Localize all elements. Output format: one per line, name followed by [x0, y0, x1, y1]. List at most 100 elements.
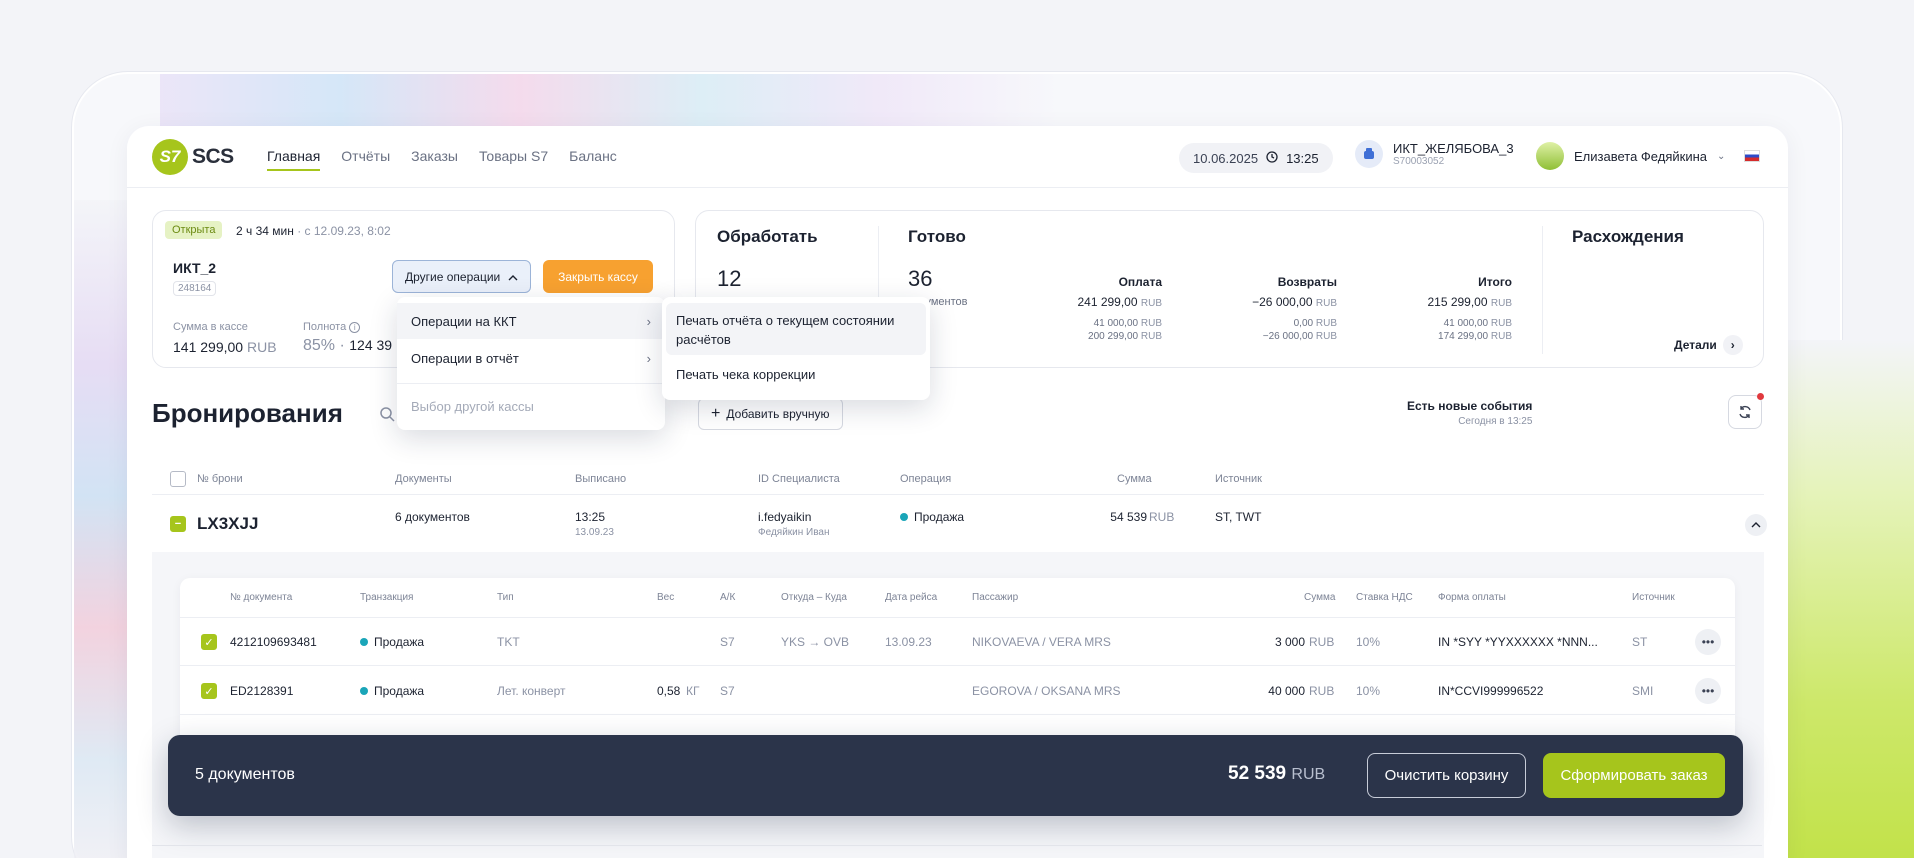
- logo[interactable]: S7 SCS: [152, 139, 234, 175]
- chevron-up-icon: [508, 270, 518, 284]
- col-specialist: ID Специалиста: [758, 473, 840, 485]
- ready-title: Готово: [908, 227, 966, 246]
- menu-divider: [397, 383, 665, 384]
- col-route: Откуда – Куда: [781, 592, 847, 603]
- status-dot: [360, 687, 368, 695]
- new-events: Есть новые события Сегодня в 13:25: [1407, 399, 1532, 427]
- total-sub1: 41 000,00 RUB: [1401, 317, 1512, 330]
- nav-home[interactable]: Главная: [267, 148, 321, 171]
- main-nav: Главная Отчёты Заказы Товары S7 Баланс: [267, 148, 617, 171]
- total-sub2: 174 299,00 RUB: [1401, 330, 1512, 343]
- russia-flag-icon[interactable]: [1744, 150, 1760, 162]
- payment-header: Оплата: [1118, 275, 1162, 289]
- booking-pnr: LX3XJJ: [197, 514, 259, 533]
- divider: [152, 845, 1762, 846]
- kassa-name: ИКТ_ЖЕЛЯБОВА_3: [1393, 141, 1514, 156]
- holographic-decoration: [160, 74, 1060, 130]
- doc-number: ED2128391: [230, 684, 294, 698]
- add-manually-button[interactable]: + Добавить вручную: [698, 398, 843, 430]
- divider: [1542, 226, 1543, 354]
- col-transaction: Транзакция: [360, 592, 414, 603]
- doc-passenger: EGOROVA / OKSANA MRS: [972, 684, 1121, 698]
- total-total: 215 299,00 RUB: [1401, 295, 1512, 309]
- session-info: 2 ч 34 мин · с 12.09.23, 8:02: [236, 224, 391, 238]
- doc-type: Лет. конверт: [497, 684, 566, 698]
- returns-sub1-value: 0,00: [1293, 318, 1314, 329]
- submenu-print-correction-check[interactable]: Печать чека коррекции: [676, 367, 815, 382]
- doc-sum: 40 000: [1268, 684, 1305, 698]
- details-link[interactable]: Детали ›: [1674, 335, 1743, 355]
- refresh-button[interactable]: [1728, 393, 1764, 429]
- nav-goods[interactable]: Товары S7: [479, 148, 548, 171]
- other-operations-button[interactable]: Другие операции: [392, 260, 532, 293]
- unit: RUB: [1140, 298, 1162, 309]
- document-checkbox[interactable]: ✓: [201, 634, 217, 650]
- cart-count: 5 документов: [195, 766, 295, 783]
- document-row[interactable]: ✓ ED2128391 Продажа Лет. конверт 0,58 КГ…: [180, 667, 1735, 715]
- doc-weight-unit: КГ: [686, 684, 700, 698]
- doc-transaction-label: Продажа: [374, 684, 425, 698]
- sum-unit: RUB: [246, 339, 277, 355]
- doc-airline: S7: [720, 684, 735, 698]
- col-weight: Вес: [657, 592, 675, 603]
- doc-passenger: NIKOVAEVA / VERA MRS: [972, 635, 1111, 649]
- payment-sub1: 41 000,00 RUB: [1051, 317, 1162, 330]
- col-source: Источник: [1215, 473, 1262, 485]
- col-flight-date: Дата рейса: [885, 592, 938, 603]
- nav-reports[interactable]: Отчёты: [341, 148, 390, 171]
- total-sub2-value: 174 299,00: [1438, 331, 1489, 342]
- other-operations-label: Другие операции: [405, 269, 501, 284]
- user-menu[interactable]: Елизавета Федяйкина ⌄: [1536, 142, 1725, 170]
- document-row[interactable]: ✓ 4212109693481 Продажа TKT S7 YKS → OVB…: [180, 618, 1735, 666]
- doc-sum: 3 000: [1274, 635, 1305, 649]
- info-icon[interactable]: i: [349, 322, 361, 333]
- doc-type: TKT: [497, 635, 520, 649]
- kassa-selector[interactable]: ИКТ_ЖЕЛЯБОВА_3 S70003052: [1355, 140, 1514, 168]
- doc-transaction: Продажа: [360, 684, 424, 698]
- returns-column: Возвраты −26 000,00 RUB 0,00 RUB −26 000…: [1226, 275, 1337, 343]
- unit: RUB: [1315, 298, 1337, 309]
- close-kassa-button[interactable]: Закрыть кассу: [543, 260, 653, 293]
- booking-specialist: i.fedyaikin: [758, 510, 812, 524]
- doc-unit: RUB: [1309, 635, 1335, 649]
- notification-dot: [1757, 393, 1764, 400]
- unit: RUB: [1490, 331, 1512, 342]
- more-options-icon[interactable]: •••: [1695, 629, 1721, 655]
- create-order-button[interactable]: Сформировать заказ: [1543, 753, 1725, 798]
- booking-row[interactable]: − LX3XJJ 6 документов 13:25 13.09.23 i.f…: [152, 496, 1767, 552]
- chevron-right-icon: ›: [1722, 335, 1743, 355]
- nav-balance[interactable]: Баланс: [569, 148, 617, 171]
- menu-item-report-operations[interactable]: Операции в отчёт ›: [397, 340, 665, 376]
- booking-checkbox[interactable]: −: [170, 516, 186, 532]
- booking-time: 13:25: [575, 510, 606, 524]
- submenu-print-status-report[interactable]: Печать отчёта о текущем состоянии расчёт…: [666, 303, 926, 355]
- search-icon[interactable]: [379, 406, 395, 427]
- doc-weight: 0,58: [657, 684, 681, 698]
- cart-bar: 5 документов 52 539 RUB Очистить корзину…: [168, 735, 1743, 816]
- documents-table-header: № документа Транзакция Тип Вес А/К Откуд…: [180, 578, 1735, 618]
- menu-item-label: Операции на ККТ: [411, 313, 517, 329]
- payment-sub2: 200 299,00 RUB: [1051, 330, 1162, 343]
- collapse-chevron-up-icon[interactable]: [1745, 514, 1767, 536]
- bookings-title: Бронирования: [152, 398, 343, 428]
- more-options-icon[interactable]: •••: [1695, 678, 1721, 704]
- doc-payment: IN *SYY *YYXXXXXX *NNN...: [1438, 635, 1598, 649]
- col-doc-number: № документа: [230, 592, 293, 603]
- document-checkbox[interactable]: ✓: [201, 683, 217, 699]
- clear-cart-button[interactable]: Очистить корзину: [1367, 753, 1526, 798]
- process-title: Обработать: [717, 227, 818, 246]
- completeness-label-text: Полнота: [303, 321, 347, 333]
- payment-sub2-value: 200 299,00: [1088, 331, 1139, 342]
- left-decoration: [74, 200, 129, 858]
- col-documents: Документы: [395, 473, 452, 485]
- nav-orders[interactable]: Заказы: [411, 148, 458, 171]
- menu-item-choose-kassa[interactable]: Выбор другой кассы: [397, 388, 665, 424]
- menu-item-kkt-operations[interactable]: Операции на ККТ ›: [397, 303, 665, 339]
- menu-item-label: Выбор другой кассы: [411, 398, 534, 414]
- completeness-value: 85% · 124 39: [303, 337, 392, 355]
- returns-total: −26 000,00 RUB: [1226, 295, 1337, 309]
- doc-route: YKS → OVB: [781, 635, 850, 649]
- select-all-checkbox[interactable]: [170, 471, 186, 487]
- cart-sum-value: 52 539: [1228, 763, 1287, 784]
- status-dot: [900, 513, 908, 521]
